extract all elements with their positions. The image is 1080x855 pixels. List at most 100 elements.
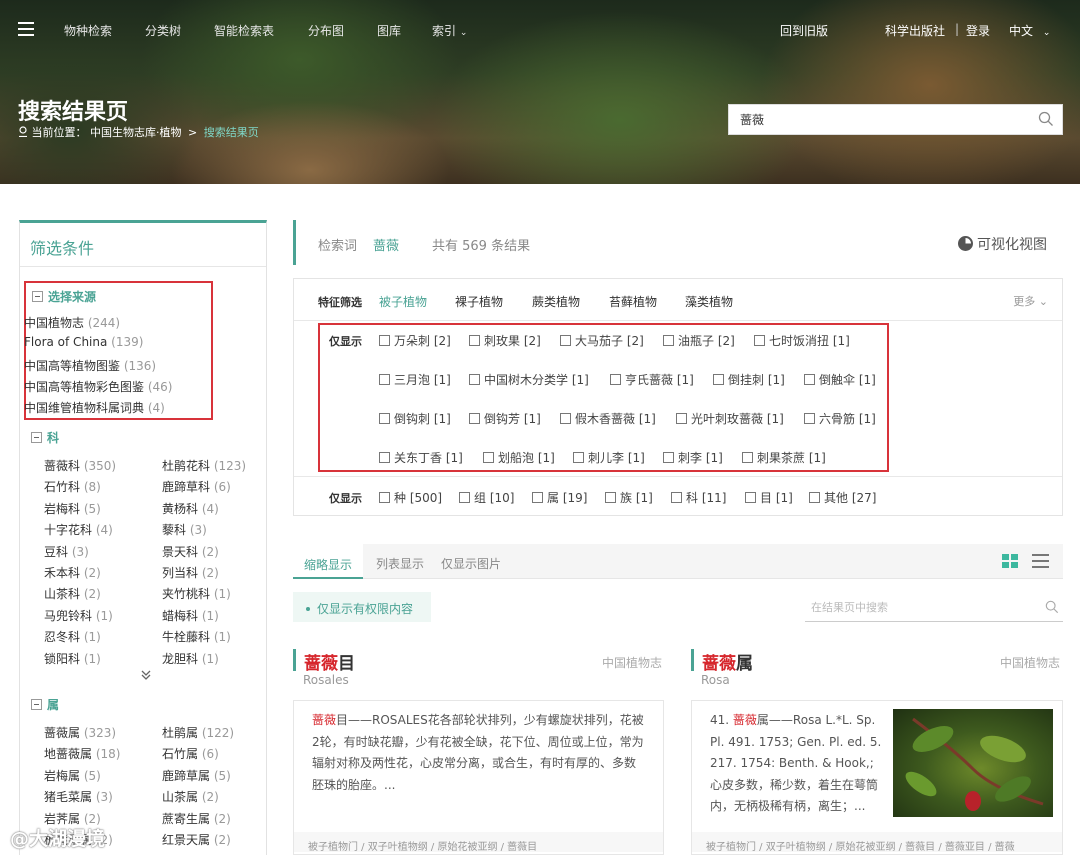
- genus-item[interactable]: 山茶属 (2): [162, 788, 219, 805]
- category-tab[interactable]: 裸子植物: [455, 293, 503, 310]
- source-item[interactable]: Flora of China (139): [24, 335, 172, 356]
- login-link[interactable]: 登录: [966, 22, 990, 39]
- rose-hip-photo[interactable]: [893, 709, 1053, 817]
- list-view-icon[interactable]: [1032, 554, 1049, 568]
- family-item[interactable]: 牛栓藤科 (1): [162, 628, 231, 645]
- crumb-home[interactable]: 中国生物志库·植物: [90, 126, 182, 139]
- name-checkbox[interactable]: 刺李 [1]: [663, 449, 723, 466]
- old-version-link[interactable]: 回到旧版: [780, 22, 828, 39]
- search-icon[interactable]: [1038, 111, 1054, 130]
- family-item[interactable]: 马兜铃科 (1): [44, 607, 113, 624]
- result-path: 被子植物门 / 双子叶植物纲 / 原始花被亚纲 / 蔷薇目 / 蔷薇亚目 / 蔷…: [692, 832, 1062, 852]
- genus-group-title[interactable]: 属: [31, 696, 59, 713]
- result-title[interactable]: 蔷薇目: [293, 649, 355, 674]
- name-checkbox[interactable]: 光叶刺玫蔷薇 [1]: [676, 410, 784, 427]
- source-item[interactable]: 中国高等植物图鉴 (136): [24, 357, 172, 378]
- family-item[interactable]: 山茶科 (2): [44, 585, 101, 602]
- genus-item[interactable]: 猪毛菜属 (3): [44, 788, 113, 805]
- more-button[interactable]: 更多 ⌄: [1013, 293, 1048, 309]
- family-item[interactable]: 十字花科 (4): [44, 521, 113, 538]
- result-title[interactable]: 蔷薇属: [691, 649, 753, 674]
- name-checkbox[interactable]: 六骨筋 [1]: [804, 410, 876, 427]
- collapse-icon[interactable]: [31, 432, 42, 443]
- name-checkbox[interactable]: 划船泡 [1]: [483, 449, 555, 466]
- nav-item-index[interactable]: 索引 ⌄: [432, 22, 467, 39]
- family-item[interactable]: 蔷薇科 (350): [44, 457, 116, 474]
- tab-thumbnail[interactable]: 缩略显示: [293, 544, 364, 579]
- nav-item-smart-key[interactable]: 智能检索表: [214, 22, 274, 39]
- category-tab[interactable]: 蕨类植物: [532, 293, 580, 310]
- family-item[interactable]: 夹竹桃科 (1): [162, 585, 231, 602]
- header-search-input[interactable]: [729, 105, 1019, 134]
- family-item[interactable]: 蜡梅科 (1): [162, 607, 219, 624]
- rank-checkbox[interactable]: 属 [19]: [532, 489, 587, 506]
- name-checkbox[interactable]: 刺玫果 [2]: [469, 332, 541, 349]
- name-checkbox[interactable]: 倒钩刺 [1]: [379, 410, 451, 427]
- expand-more-icon[interactable]: [140, 669, 152, 684]
- category-tab[interactable]: 苔藓植物: [609, 293, 657, 310]
- family-item[interactable]: 石竹科 (8): [44, 478, 101, 495]
- source-item[interactable]: 中国高等植物彩色图鉴 (46): [24, 378, 172, 399]
- genus-item[interactable]: 蔗寄生属 (2): [162, 810, 231, 827]
- name-checkbox[interactable]: 关东丁香 [1]: [379, 449, 463, 466]
- family-item[interactable]: 锁阳科 (1): [44, 650, 101, 667]
- name-checkbox[interactable]: 亨氏蔷薇 [1]: [610, 371, 694, 388]
- rank-checkbox[interactable]: 组 [10]: [459, 489, 514, 506]
- results-search-input[interactable]: [805, 596, 1025, 618]
- family-group-title[interactable]: 科: [31, 429, 59, 446]
- name-checkbox[interactable]: 三月泡 [1]: [379, 371, 451, 388]
- name-checkbox[interactable]: 倒钩芳 [1]: [469, 410, 541, 427]
- name-checkbox[interactable]: 油瓶子 [2]: [663, 332, 735, 349]
- menu-icon[interactable]: [18, 22, 34, 36]
- rank-checkbox[interactable]: 科 [11]: [671, 489, 726, 506]
- name-checkbox[interactable]: 刺儿李 [1]: [573, 449, 645, 466]
- rank-checkbox[interactable]: 目 [1]: [745, 489, 793, 506]
- genus-item[interactable]: 蔷薇属 (323): [44, 724, 116, 741]
- source-item[interactable]: 中国植物志 (244): [24, 314, 172, 335]
- name-checkbox[interactable]: 刺果茶蔗 [1]: [742, 449, 826, 466]
- name-checkbox[interactable]: 中国树木分类学 [1]: [469, 371, 589, 388]
- family-item[interactable]: 列当科 (2): [162, 564, 219, 581]
- family-item[interactable]: 豆科 (3): [44, 543, 89, 560]
- collapse-icon[interactable]: [31, 699, 42, 710]
- family-item[interactable]: 龙胆科 (1): [162, 650, 219, 667]
- name-checkbox[interactable]: 倒触伞 [1]: [804, 371, 876, 388]
- genus-item[interactable]: 杜鹃属 (122): [162, 724, 234, 741]
- nav-item-gallery[interactable]: 图库: [377, 22, 401, 39]
- permission-only-toggle[interactable]: 仅显示有权限内容: [293, 592, 431, 622]
- family-item[interactable]: 岩梅科 (5): [44, 500, 101, 517]
- genus-item[interactable]: 石竹属 (6): [162, 745, 219, 762]
- genus-item[interactable]: 地蔷薇属 (18): [44, 745, 120, 762]
- family-item[interactable]: 藜科 (3): [162, 521, 207, 538]
- category-tab[interactable]: 藻类植物: [685, 293, 733, 310]
- tab-images-only[interactable]: 仅显示图片: [441, 555, 501, 572]
- publisher-link[interactable]: 科学出版社: [885, 22, 945, 39]
- name-checkbox[interactable]: 七时饭消扭 [1]: [754, 332, 850, 349]
- name-checkbox[interactable]: 大马茄子 [2]: [560, 332, 644, 349]
- genus-item[interactable]: 鹿蹄草属 (5): [162, 767, 231, 784]
- language-select[interactable]: 中文 ⌄: [1009, 22, 1050, 39]
- visualize-button[interactable]: 可视化视图: [958, 234, 1047, 254]
- rank-checkbox[interactable]: 族 [1]: [605, 489, 653, 506]
- nav-item-taxonomy[interactable]: 分类树: [145, 22, 181, 39]
- tab-list[interactable]: 列表显示: [376, 555, 424, 572]
- source-item[interactable]: 中国维管植物科属词典 (4): [24, 399, 172, 420]
- name-checkbox[interactable]: 假木香蔷薇 [1]: [560, 410, 656, 427]
- family-item[interactable]: 禾本科 (2): [44, 564, 101, 581]
- genus-item[interactable]: 红景天属 (2): [162, 831, 231, 848]
- search-icon[interactable]: [1045, 600, 1059, 617]
- family-item[interactable]: 黄杨科 (4): [162, 500, 219, 517]
- family-item[interactable]: 景天科 (2): [162, 543, 219, 560]
- rank-checkbox[interactable]: 种 [500]: [379, 489, 442, 506]
- family-item[interactable]: 杜鹃花科 (123): [162, 457, 246, 474]
- nav-item-distribution[interactable]: 分布图: [308, 22, 344, 39]
- family-item[interactable]: 忍冬科 (1): [44, 628, 101, 645]
- genus-item[interactable]: 岩梅属 (5): [44, 767, 101, 784]
- nav-item-species[interactable]: 物种检索: [64, 22, 112, 39]
- category-tab[interactable]: 被子植物: [379, 293, 427, 310]
- family-item[interactable]: 鹿蹄草科 (6): [162, 478, 231, 495]
- name-checkbox[interactable]: 倒挂刺 [1]: [713, 371, 785, 388]
- name-checkbox[interactable]: 万朵刺 [2]: [379, 332, 451, 349]
- grid-view-icon[interactable]: [1002, 554, 1018, 568]
- rank-checkbox[interactable]: 其他 [27]: [809, 489, 876, 506]
